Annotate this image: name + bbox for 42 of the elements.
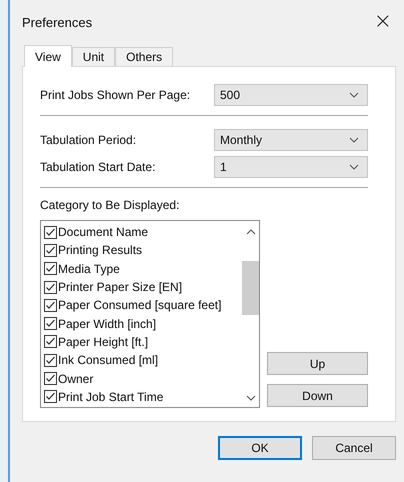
chevron-down-icon <box>349 92 359 98</box>
list-item[interactable]: Paper Width [inch] <box>44 314 242 333</box>
checkbox[interactable] <box>44 280 57 294</box>
checkbox[interactable] <box>44 335 57 348</box>
move-button[interactable]: Down <box>267 384 368 407</box>
setting-label: Tabulation Period: <box>40 132 136 146</box>
tab[interactable]: Unit <box>72 47 116 66</box>
setting-label: Tabulation Start Date: <box>40 160 156 174</box>
list-item[interactable]: Ink Consumed [ml] <box>44 351 242 370</box>
chevron-down-icon <box>349 136 359 142</box>
list-item[interactable]: Owner <box>44 369 242 388</box>
setting-label: Print Jobs Shown Per Page: <box>40 88 190 102</box>
chevron-down-icon <box>349 164 359 170</box>
checkbox[interactable] <box>44 244 57 257</box>
dropdown[interactable]: 1 <box>214 156 368 178</box>
dropdown[interactable]: Monthly <box>214 128 368 150</box>
checkbox[interactable] <box>44 262 57 276</box>
tab[interactable]: Others <box>115 47 174 66</box>
dropdown[interactable]: 500 <box>214 84 368 106</box>
checkbox[interactable] <box>44 372 57 386</box>
list-item[interactable]: Paper Height [ft.] <box>44 332 242 352</box>
close-button[interactable]: × <box>370 11 396 33</box>
checkbox[interactable] <box>44 317 57 330</box>
checkbox[interactable] <box>44 226 57 239</box>
section-label: Category to Be Displayed: <box>40 198 180 212</box>
checkbox[interactable] <box>44 390 57 404</box>
list-item[interactable]: Printer Paper Size [EN] <box>44 278 242 296</box>
list-item[interactable]: Print Job Start Time <box>44 388 242 406</box>
list-item[interactable]: Document Name <box>44 223 242 242</box>
tab[interactable]: View <box>24 45 72 67</box>
list-item[interactable]: Paper Consumed [square feet] <box>44 296 242 314</box>
list-item[interactable]: Printing Results <box>44 241 242 260</box>
scroll-up-icon <box>246 229 256 235</box>
move-button[interactable]: Up <box>267 352 368 375</box>
list-item[interactable]: Media Type <box>44 260 242 278</box>
checkbox[interactable] <box>44 298 57 312</box>
checkbox[interactable] <box>44 354 57 367</box>
scrollbar-thumb[interactable] <box>242 261 259 315</box>
dialog-button[interactable]: OK <box>218 436 302 460</box>
scroll-down-icon <box>246 395 256 401</box>
dialog-button[interactable]: Cancel <box>312 436 396 460</box>
window-title: Preferences <box>22 14 92 30</box>
